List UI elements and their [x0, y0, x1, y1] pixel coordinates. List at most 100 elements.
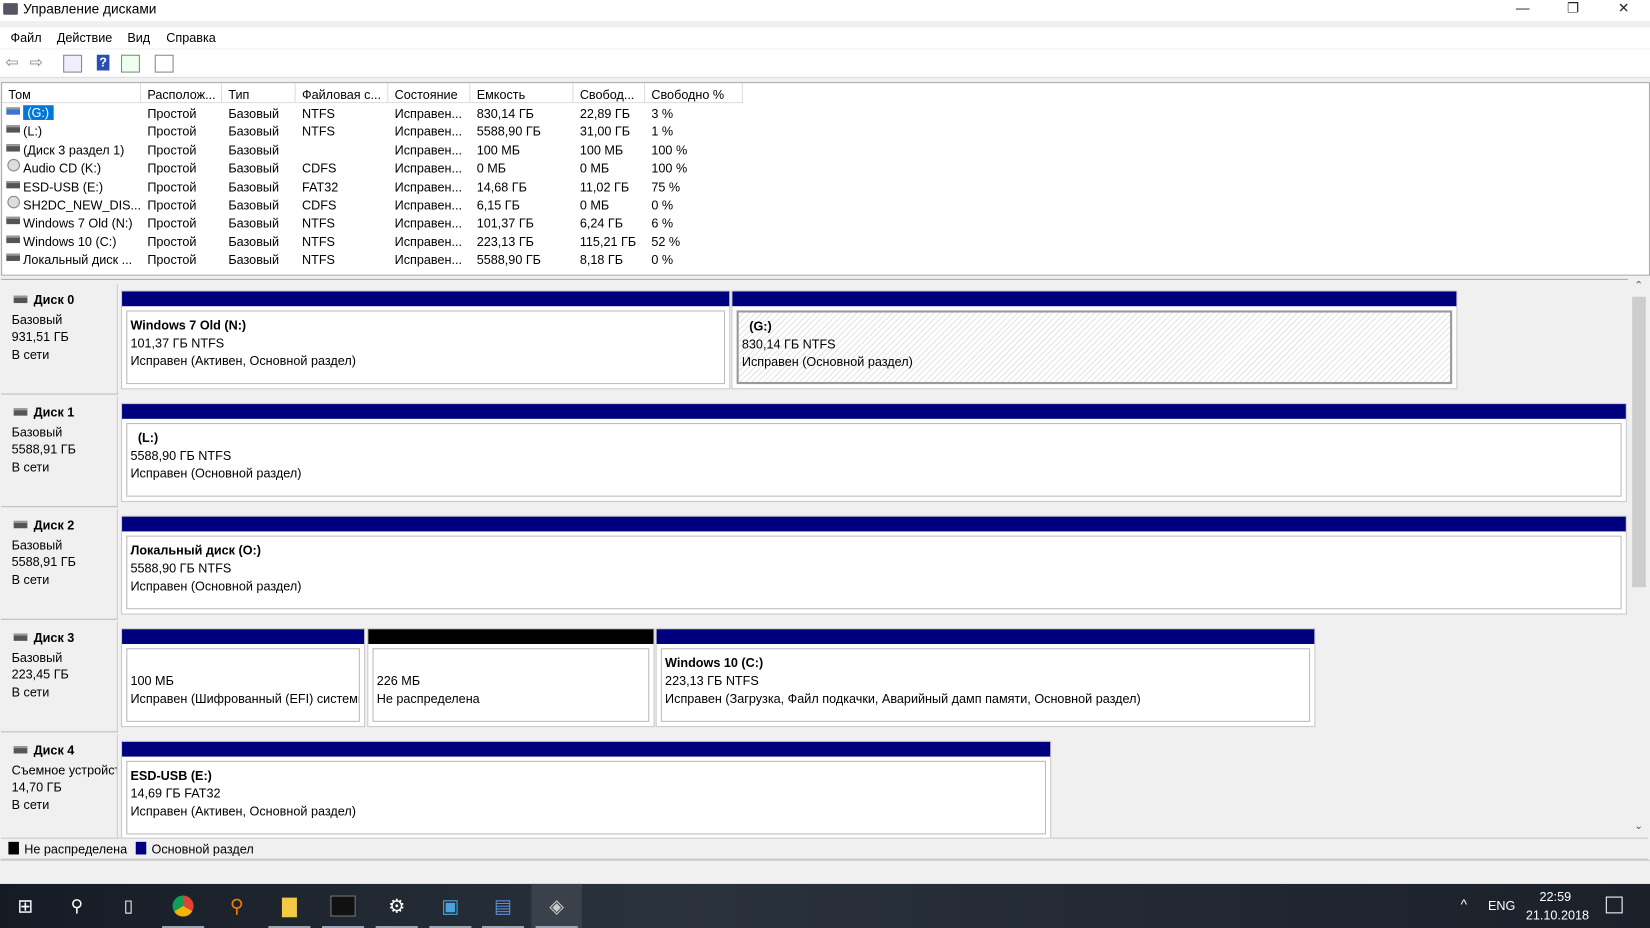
disk-name: Диск 2: [33, 517, 75, 533]
clock-time[interactable]: 22:59: [1540, 889, 1572, 904]
cell-fs: NTFS: [302, 252, 335, 268]
col-layout[interactable]: Располож...: [141, 83, 223, 104]
scroll-up-icon[interactable]: ⌃: [1634, 280, 1643, 292]
partition-title: Локальный диск (O:): [130, 542, 261, 558]
disk-management-icon[interactable]: ◈: [531, 883, 582, 928]
menu-action[interactable]: Действие: [57, 31, 113, 46]
cell-pct: 1 %: [651, 124, 674, 140]
clock-date[interactable]: 21.10.2018: [1526, 908, 1589, 923]
disk-icon: [13, 746, 28, 754]
cell-layout: Простой: [147, 197, 197, 213]
back-icon[interactable]: ⇦: [5, 53, 22, 72]
cell-layout: Простой: [147, 234, 197, 250]
restore-button[interactable]: ❐: [1549, 0, 1597, 21]
cd-drive-icon: [7, 195, 20, 209]
partition-size: 5588,90 ГБ NTFS: [130, 448, 232, 464]
cell-fs: NTFS: [302, 234, 335, 250]
cell-name: SH2DC_NEW_DIS...: [23, 197, 142, 213]
col-type[interactable]: Тип: [222, 83, 296, 104]
partition-status: Исправен (Шифрованный (EFI) системный ра…: [130, 691, 358, 707]
app-icon: [3, 3, 18, 15]
table-row[interactable]: ESD-USB (E:) Простой Базовый FAT32 Исправен.…: [2, 177, 744, 195]
disk-label[interactable]: Диск 3 Базовый 223,45 ГБ В сети: [1, 621, 118, 733]
partition-g-selected[interactable]: (G:) 830,14 ГБ NTFS Исправен (Основной раз…: [731, 290, 1458, 390]
partition-status: Не распределена: [376, 691, 480, 707]
cell-status: Исправен...: [394, 124, 462, 140]
disk-size: 5588,91 ГБ: [11, 441, 76, 457]
table-row[interactable]: Windows 10 (C:) Простой Базовый NTFS Исправе…: [2, 232, 744, 250]
partition-c[interactable]: Windows 10 (C:) 223,13 ГБ NTFS Исправен (З…: [655, 628, 1316, 728]
disk-state: В сети: [11, 797, 50, 813]
partition-l[interactable]: (L:) 5588,90 ГБ NTFS Исправен (Основной ра…: [121, 403, 1627, 502]
task-view-icon[interactable]: ▯: [103, 884, 154, 928]
scroll-down-icon[interactable]: ⌄: [1634, 821, 1643, 833]
console-tree-icon[interactable]: [63, 54, 83, 73]
cell-fs: NTFS: [302, 216, 335, 231]
close-button[interactable]: ✕: [1599, 0, 1647, 21]
start-windows-icon[interactable]: ⊞: [0, 884, 51, 928]
table-row[interactable]: Windows 7 Old (N:) Простой Базовый NTFS Испр…: [2, 214, 744, 232]
table-row[interactable]: Локальный диск ... Простой Базовый NTFS Испр…: [2, 251, 744, 269]
control-panel-icon[interactable]: ▣: [425, 884, 476, 928]
disk-kind: Базовый: [11, 425, 63, 440]
computer-management-icon[interactable]: ▤: [478, 884, 529, 928]
help-icon[interactable]: ?: [96, 54, 110, 71]
disk-size: 931,51 ГБ: [11, 329, 69, 345]
cd-drive-icon: [7, 159, 20, 172]
command-prompt-icon[interactable]: [318, 884, 369, 928]
partition-status: Исправен (Активен, Основной раздел): [130, 353, 356, 369]
action-pane-icon[interactable]: [121, 54, 140, 73]
table-row[interactable]: (L:) Простой Базовый NTFS Исправен... 5588,90…: [2, 122, 744, 140]
partition-title: Windows 10 (C:): [665, 655, 764, 671]
disk-name: Диск 0: [33, 292, 75, 308]
settings-gear-icon[interactable]: ⚙: [371, 884, 422, 928]
unallocated-space[interactable]: 226 МБ Не распределена: [367, 628, 655, 728]
partition-n[interactable]: Windows 7 Old (N:) 101,37 ГБ NTFS Исправен…: [121, 290, 731, 390]
notifications-icon[interactable]: [1605, 896, 1623, 914]
disk-label[interactable]: Диск 1 Базовый 5588,91 ГБ В сети: [1, 396, 118, 508]
search-app-icon[interactable]: ⚲: [212, 884, 263, 928]
table-row[interactable]: Audio CD (K:) Простой Базовый CDFS Исправен.…: [2, 159, 744, 177]
menu-help[interactable]: Справка: [166, 31, 216, 46]
disk-size: 223,45 ГБ: [11, 667, 69, 682]
vertical-scrollbar[interactable]: ⌃ ⌄: [1630, 279, 1648, 837]
search-icon[interactable]: ⚲: [52, 884, 103, 928]
col-filesystem[interactable]: Файловая с...: [295, 83, 389, 104]
file-explorer-icon[interactable]: ▇: [264, 884, 315, 928]
partition-e[interactable]: ESD-USB (E:) 14,69 ГБ FAT32 Исправен (Акти…: [121, 740, 1052, 838]
language-indicator[interactable]: ENG: [1488, 899, 1515, 914]
disk-icon: [13, 633, 28, 641]
minimize-button[interactable]: —: [1498, 0, 1546, 21]
disk-icon: [13, 295, 28, 304]
cell-name: Windows 10 (C:): [23, 234, 117, 250]
col-free[interactable]: Свобод...: [573, 83, 646, 104]
partition-status: Исправен (Основной раздел): [741, 354, 913, 370]
table-row[interactable]: SH2DC_NEW_DIS... Простой Базовый CDFS Исправ…: [2, 195, 744, 214]
scroll-thumb[interactable]: [1632, 296, 1646, 588]
cell-name: (Диск 3 раздел 1): [23, 142, 125, 158]
cell-status: Исправен...: [394, 106, 462, 122]
menu-view[interactable]: Вид: [127, 31, 150, 46]
chrome-icon[interactable]: [158, 884, 209, 928]
cell-name: Локальный диск ...: [23, 252, 133, 268]
col-capacity[interactable]: Емкость: [470, 83, 574, 104]
volume-icon: [6, 107, 20, 115]
disk-label[interactable]: Диск 4 Съемное устройство 14,70 ГБ В сет…: [1, 734, 118, 838]
table-row[interactable]: (Диск 3 раздел 1) Простой Базовый Исправен.…: [2, 141, 744, 159]
col-volume[interactable]: Том: [2, 83, 142, 104]
partition-o[interactable]: Локальный диск (O:) 5588,90 ГБ NTFS Исправ…: [121, 515, 1627, 615]
table-row[interactable]: (G:) Простой Базовый NTFS Исправен... 830,14 …: [2, 104, 744, 122]
forward-icon[interactable]: ⇨: [29, 53, 46, 72]
disk-2: Диск 2 Базовый 5588,91 ГБ В сети Локальн…: [1, 509, 1628, 621]
col-free-percent[interactable]: Свободно %: [645, 83, 743, 104]
tray-arrow-icon[interactable]: ^: [1461, 897, 1467, 913]
partition-bar: [656, 629, 1315, 645]
partition-efi[interactable]: 100 МБ Исправен (Шифрованный (EFI) систем…: [121, 628, 366, 728]
disk-label[interactable]: Диск 2 Базовый 5588,91 ГБ В сети: [1, 509, 118, 620]
col-status[interactable]: Состояние: [388, 83, 471, 104]
cell-status: Исправен...: [394, 161, 462, 176]
properties-icon[interactable]: [154, 54, 174, 73]
disk-label[interactable]: Диск 0 Базовый 931,51 ГБ В сети: [1, 284, 118, 395]
menu-file[interactable]: Файл: [11, 31, 42, 46]
partition-bar: [368, 629, 654, 645]
